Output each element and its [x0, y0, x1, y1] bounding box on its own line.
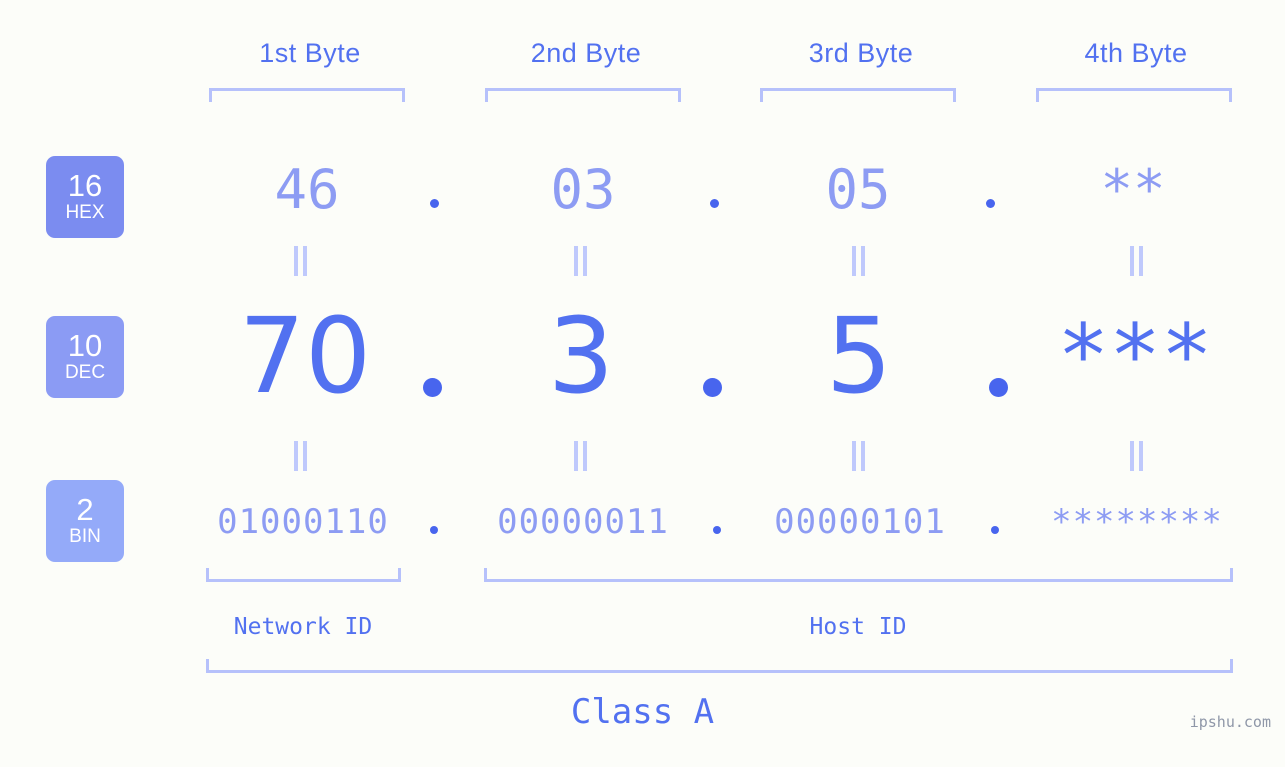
- byte-bracket-2: [485, 88, 681, 102]
- watermark: ipshu.com: [1189, 713, 1271, 731]
- class-label: Class A: [570, 692, 715, 732]
- dec-separator-dot-2: [703, 378, 722, 397]
- bin-separator-dot-2: [713, 526, 721, 534]
- dec-byte-2: 3: [547, 295, 615, 417]
- equals-icon-dec-bin-1: [294, 441, 308, 471]
- bin-value-row: 01000110 00000011 00000101 ********: [0, 487, 1285, 557]
- dec-byte-4: ***: [1057, 306, 1213, 406]
- byte-header-label-1: 1st Byte: [259, 38, 361, 68]
- bin-byte-3: 00000101: [774, 502, 946, 542]
- hex-byte-1: 46: [274, 158, 340, 221]
- dec-separator-dot-1: [423, 378, 442, 397]
- ip-address-breakdown-diagram: 1st Byte 2nd Byte 3rd Byte 4th Byte 16 H…: [0, 0, 1285, 767]
- equals-icon-dec-bin-2: [574, 441, 588, 471]
- equals-icon-hex-dec-1: [294, 246, 308, 276]
- host-id-label: Host ID: [809, 614, 907, 640]
- dec-value-row: 70 3 5 ***: [0, 296, 1285, 416]
- equals-icon-dec-bin-3: [852, 441, 866, 471]
- byte-bracket-1: [209, 88, 405, 102]
- byte-header-label-3: 3rd Byte: [808, 38, 914, 68]
- hex-byte-4: **: [1100, 158, 1166, 221]
- bin-byte-1: 01000110: [217, 502, 389, 542]
- dec-byte-1: 70: [238, 295, 372, 417]
- byte-bracket-4: [1036, 88, 1232, 102]
- network-id-label: Network ID: [233, 614, 373, 640]
- network-id-bracket: [206, 568, 401, 582]
- byte-header-label-4: 4th Byte: [1084, 38, 1188, 68]
- class-bracket: [206, 659, 1233, 673]
- bin-byte-4: ********: [1051, 502, 1223, 542]
- hex-byte-2: 03: [550, 158, 616, 221]
- hex-byte-3: 05: [825, 158, 891, 221]
- host-id-bracket: [484, 568, 1233, 582]
- dec-byte-3: 5: [825, 295, 893, 417]
- byte-header-label-2: 2nd Byte: [530, 38, 642, 68]
- hex-value-row: 46 03 05 **: [0, 150, 1285, 230]
- equals-icon-dec-bin-4: [1130, 441, 1144, 471]
- equals-icon-hex-dec-2: [574, 246, 588, 276]
- bin-separator-dot-3: [991, 526, 999, 534]
- bin-byte-2: 00000011: [497, 502, 669, 542]
- hex-separator-dot-3: [986, 199, 995, 208]
- equals-icon-hex-dec-3: [852, 246, 866, 276]
- equals-icon-hex-dec-4: [1130, 246, 1144, 276]
- hex-separator-dot-1: [430, 199, 439, 208]
- bin-separator-dot-1: [430, 526, 438, 534]
- dec-separator-dot-3: [989, 378, 1008, 397]
- hex-separator-dot-2: [710, 199, 719, 208]
- byte-bracket-3: [760, 88, 956, 102]
